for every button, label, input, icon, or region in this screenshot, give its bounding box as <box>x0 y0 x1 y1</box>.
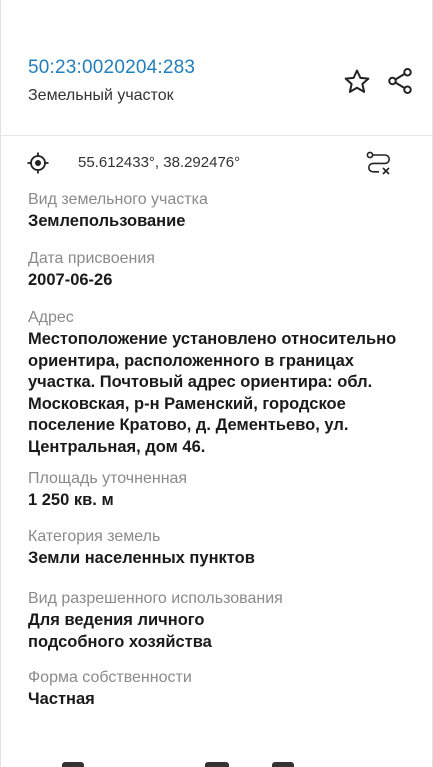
bottom-toolbar-edge <box>0 760 433 767</box>
favorite-button[interactable] <box>341 66 373 98</box>
share-icon <box>388 68 412 94</box>
toolbar-icon-edge[interactable] <box>62 762 84 767</box>
field-label: Дата присвоения <box>28 250 155 267</box>
field-ownership-form: Форма собственности Частная <box>28 667 192 711</box>
field-value: Для ведения личного подсобного хозяйства <box>28 611 212 651</box>
cadastral-number-link[interactable]: 50:23:0020204:283 <box>28 57 195 79</box>
toolbar-icon-edge[interactable] <box>272 762 294 767</box>
field-label: Вид земельного участка <box>28 191 208 208</box>
field-land-type: Вид земельного участка Землепользование <box>28 189 208 233</box>
route-cancel-icon[interactable] <box>364 149 394 179</box>
field-value: Частная <box>28 690 95 708</box>
field-value: 2007-06-26 <box>28 271 113 289</box>
share-button[interactable] <box>384 65 416 97</box>
field-assignment-date: Дата присвоения 2007-06-26 <box>28 248 155 292</box>
object-type-label: Земельный участок <box>28 87 174 104</box>
field-address: Адрес Местоположение установлено относит… <box>28 307 408 458</box>
toolbar-icon-edge[interactable] <box>205 762 229 767</box>
field-value: 1 250 кв. м <box>28 491 114 509</box>
field-land-category: Категория земель Земли населенных пункто… <box>28 526 255 570</box>
field-value: Местоположение установлено относительно … <box>28 330 397 456</box>
star-icon <box>344 69 370 93</box>
field-label: Площадь уточненная <box>28 470 188 487</box>
field-value: Землепользование <box>28 212 186 230</box>
field-label: Вид разрешенного использования <box>28 590 283 607</box>
coordinates-text[interactable]: 55.612433°, 38.292476° <box>78 154 240 171</box>
object-header: 50:23:0020204:283 Земельный участок <box>0 0 433 136</box>
field-label: Форма собственности <box>28 669 192 686</box>
field-permitted-use: Вид разрешенного использования Для веден… <box>28 588 288 653</box>
field-area: Площадь уточненная 1 250 кв. м <box>28 468 187 512</box>
field-label: Адрес <box>28 309 74 326</box>
field-label: Категория земель <box>28 528 161 545</box>
field-value: Земли населенных пунктов <box>28 549 255 567</box>
coordinates-bar: 55.612433°, 38.292476° <box>0 137 433 189</box>
target-icon[interactable] <box>26 151 50 175</box>
